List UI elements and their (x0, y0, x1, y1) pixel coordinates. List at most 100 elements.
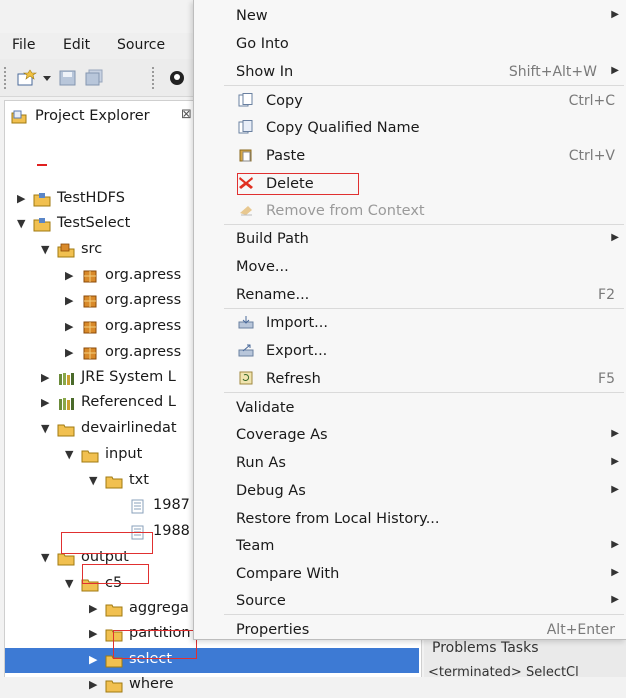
menu-item-label: Build Path (236, 231, 309, 247)
collapsed-arrow-icon[interactable]: ▶ (65, 294, 73, 307)
collapsed-arrow-icon[interactable]: ▶ (89, 602, 97, 615)
import-icon (238, 315, 254, 329)
collapsed-arrow-icon[interactable]: ▶ (89, 627, 97, 640)
menu-item-debug-as[interactable]: Debug As ▶ (194, 477, 626, 504)
expanded-arrow-icon[interactable]: ▼ (17, 217, 25, 230)
tree-item-label: org.apress (105, 267, 182, 283)
save-all-icon[interactable] (84, 69, 104, 87)
menu-item-import[interactable]: Import... (194, 309, 626, 336)
menu-item-export[interactable]: Export... (194, 337, 626, 364)
menu-accelerator: Ctrl+C (568, 93, 615, 109)
project-explorer-title: Project Explorer (35, 108, 150, 124)
collapsed-arrow-icon[interactable]: ▶ (89, 653, 97, 666)
menu-item-team[interactable]: Team ▶ (194, 532, 626, 559)
context-menu: New ▶ Go Into Show In Shift+Alt+W ▶ Copy Ctrl+C… (193, 0, 626, 640)
collapsed-arrow-icon[interactable]: ▶ (17, 192, 25, 205)
submenu-arrow-icon: ▶ (611, 484, 619, 495)
menu-item-run-as[interactable]: Run As ▶ (194, 449, 626, 476)
tree-item-select[interactable]: ▶ select (5, 648, 419, 673)
menu-item-refresh[interactable]: Refresh F5 (194, 365, 626, 392)
submenu-arrow-icon: ▶ (611, 428, 619, 439)
tree-item-label: input (105, 446, 143, 462)
library-icon (57, 396, 75, 411)
menu-item-label: Copy (266, 93, 303, 109)
paste-icon (238, 148, 254, 162)
collapsed-arrow-icon[interactable]: ▶ (41, 371, 49, 384)
menu-item-coverage-as[interactable]: Coverage As ▶ (194, 421, 626, 448)
copy-icon (238, 93, 254, 107)
expanded-arrow-icon[interactable]: ▼ (65, 577, 73, 590)
menu-separator (224, 85, 624, 86)
menu-item-label: Team (236, 538, 275, 554)
annotation-mark (37, 164, 47, 166)
menu-item-label: Copy Qualified Name (266, 120, 420, 136)
file-icon (129, 499, 147, 514)
tree-item-label: org.apress (105, 292, 182, 308)
menu-file[interactable]: File (12, 37, 35, 53)
menu-item-source[interactable]: Source ▶ (194, 587, 626, 614)
menu-item-label: Paste (266, 148, 306, 164)
menu-item-label: Export... (266, 343, 328, 359)
menu-source[interactable]: Source (117, 37, 165, 53)
collapsed-arrow-icon[interactable]: ▶ (65, 320, 73, 333)
menu-item-properties[interactable]: Properties Alt+Enter (194, 616, 626, 643)
package-icon (81, 269, 99, 284)
menu-edit[interactable]: Edit (63, 37, 90, 53)
menu-item-label: Show In (236, 64, 294, 80)
expanded-arrow-icon[interactable]: ▼ (41, 243, 49, 256)
tree-item-label: c5 (105, 575, 123, 591)
project-explorer-tab[interactable]: Project Explorer ⊠ (5, 101, 205, 133)
menu-item-go-into[interactable]: Go Into (194, 30, 626, 57)
menu-item-label: Move... (236, 259, 289, 275)
tree-item-label: JRE System L (81, 369, 176, 385)
package-icon (81, 346, 99, 361)
save-icon[interactable] (58, 69, 78, 87)
expanded-arrow-icon[interactable]: ▼ (41, 551, 49, 564)
menu-item-paste[interactable]: Paste Ctrl+V (194, 142, 626, 169)
refresh-icon (238, 371, 254, 385)
run-config-icon[interactable] (168, 69, 188, 87)
package-icon (81, 320, 99, 335)
menu-item-build-path[interactable]: Build Path ▶ (194, 225, 626, 252)
submenu-arrow-icon: ▶ (611, 567, 619, 578)
library-icon (57, 371, 75, 386)
tree-item-label: src (81, 241, 103, 257)
menu-item-label: Restore from Local History... (236, 511, 440, 527)
menu-item-rename[interactable]: Rename... F2 (194, 281, 626, 308)
folder-icon (81, 577, 99, 592)
collapsed-arrow-icon[interactable]: ▶ (65, 346, 73, 359)
project-icon (33, 192, 51, 207)
menu-item-compare-with[interactable]: Compare With ▶ (194, 560, 626, 587)
menu-item-label: Compare With (236, 566, 340, 582)
menu-item-show-in[interactable]: Show In Shift+Alt+W ▶ (194, 58, 626, 85)
collapsed-arrow-icon[interactable]: ▶ (65, 269, 73, 282)
menu-item-label: Refresh (266, 371, 321, 387)
menu-item-delete[interactable]: Delete (194, 170, 626, 197)
menu-item-label: Validate (236, 400, 295, 416)
expanded-arrow-icon[interactable]: ▼ (65, 448, 73, 461)
menu-item-move[interactable]: Move... (194, 253, 626, 280)
menu-item-new[interactable]: New ▶ (194, 2, 626, 29)
collapsed-arrow-icon[interactable]: ▶ (41, 396, 49, 409)
chevron-down-icon[interactable] (42, 69, 52, 87)
package-icon (81, 294, 99, 309)
menu-item-restore-from-local-history[interactable]: Restore from Local History... (194, 505, 626, 532)
menu-item-label: Properties (236, 622, 310, 638)
menu-item-label: New (236, 8, 268, 24)
expanded-arrow-icon[interactable]: ▼ (41, 422, 49, 435)
tree-item-label: 1988 (153, 523, 190, 539)
close-view-icon[interactable]: ⊠ (181, 107, 192, 122)
menu-item-copy-qualified-name[interactable]: Copy Qualified Name (194, 114, 626, 141)
menu-accelerator: Shift+Alt+W (508, 64, 597, 80)
new-wizard-icon[interactable] (16, 69, 38, 87)
toolbar-grip (4, 67, 6, 89)
collapsed-arrow-icon[interactable]: ▶ (89, 678, 97, 691)
tree-item-label: output (81, 549, 129, 565)
menu-item-validate[interactable]: Validate (194, 394, 626, 421)
expanded-arrow-icon[interactable]: ▼ (89, 474, 97, 487)
tree-item-label: Referenced L (81, 394, 176, 410)
folder-icon (81, 448, 99, 463)
menu-item-copy[interactable]: Copy Ctrl+C (194, 87, 626, 114)
toolbar-separator (152, 67, 154, 89)
tree-item-label: txt (129, 472, 149, 488)
